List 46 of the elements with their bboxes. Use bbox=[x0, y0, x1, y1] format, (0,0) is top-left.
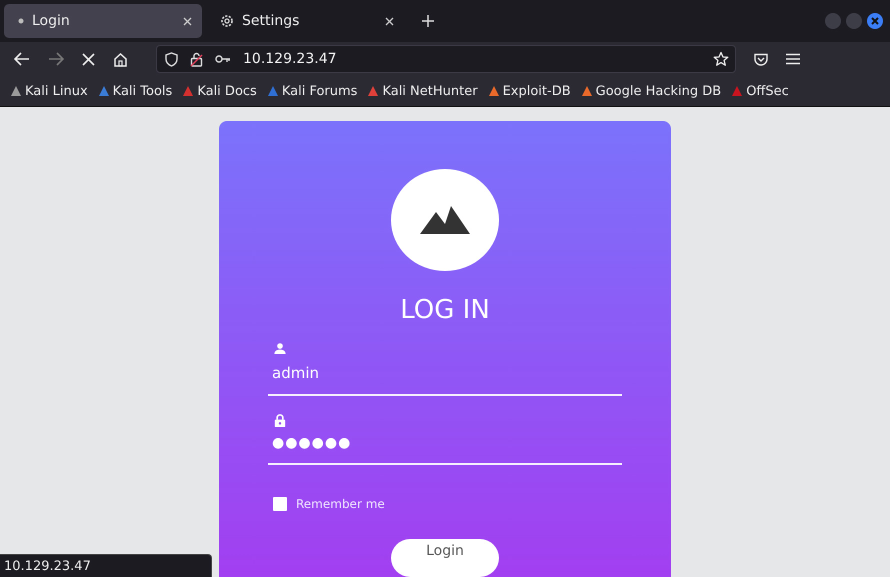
bookmark-icon[interactable] bbox=[266, 85, 279, 97]
bookmark-link[interactable]: Kali Docs bbox=[197, 84, 257, 98]
forward-icon[interactable] bbox=[48, 52, 64, 66]
bookmark-link[interactable]: Kali Tools bbox=[112, 84, 172, 98]
bookmark-icon[interactable] bbox=[731, 85, 744, 97]
menu-icon[interactable] bbox=[786, 53, 800, 65]
login-button[interactable]: Login bbox=[391, 539, 499, 577]
username-field[interactable]: admin bbox=[268, 354, 622, 396]
browser-tab[interactable]: Settings bbox=[206, 4, 404, 38]
remember-label: Remember me bbox=[296, 497, 385, 512]
url-text: 10.129.23.47 bbox=[243, 51, 337, 67]
bookmark-icon[interactable] bbox=[182, 85, 194, 97]
login-title: LOG IN bbox=[400, 294, 490, 325]
bookmark-icon[interactable] bbox=[580, 85, 593, 97]
key-icon bbox=[215, 54, 231, 64]
bookmark-link[interactable]: OffSec bbox=[746, 84, 789, 98]
close-icon[interactable] bbox=[183, 16, 192, 26]
password-field[interactable]: ●●●●●● bbox=[268, 427, 622, 466]
status-url: 10.129.23.47 bbox=[0, 554, 212, 577]
bookmark-icon[interactable] bbox=[367, 85, 380, 97]
close-icon[interactable] bbox=[385, 16, 394, 26]
back-icon[interactable] bbox=[14, 52, 30, 66]
bookmark-link[interactable]: Kali Linux bbox=[25, 84, 88, 98]
bookmark-link[interactable]: Kali Forums bbox=[282, 84, 358, 98]
browser-tab[interactable]: Login bbox=[4, 4, 202, 38]
lock-icon bbox=[274, 414, 286, 428]
bookmark-icon[interactable] bbox=[98, 85, 110, 97]
address-bar[interactable]: 10.129.23.47 bbox=[156, 45, 736, 73]
settings-icon bbox=[220, 14, 234, 28]
bookmark-icon[interactable] bbox=[488, 85, 500, 97]
user-icon bbox=[274, 342, 286, 354]
bookmark-icon[interactable] bbox=[10, 85, 22, 97]
shield-icon bbox=[165, 52, 178, 66]
checkbox[interactable] bbox=[273, 497, 287, 512]
bookmark-link[interactable]: Google Hacking DB bbox=[596, 84, 722, 98]
close-icon[interactable] bbox=[867, 13, 883, 29]
stop-icon[interactable] bbox=[82, 52, 95, 66]
lock-icon bbox=[190, 52, 203, 66]
pocket-icon[interactable] bbox=[754, 52, 768, 66]
new-tab-icon[interactable] bbox=[422, 15, 434, 27]
star-icon[interactable] bbox=[713, 51, 729, 67]
loading-dot-icon bbox=[18, 18, 24, 24]
bookmark-link[interactable]: Kali NetHunter bbox=[382, 84, 478, 98]
mountain-icon bbox=[420, 206, 470, 234]
bookmark-link[interactable]: Exploit-DB bbox=[502, 84, 571, 98]
home-icon[interactable] bbox=[113, 52, 128, 66]
